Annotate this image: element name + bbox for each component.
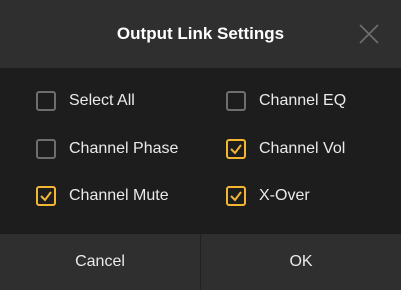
option-label: Channel EQ xyxy=(259,92,347,109)
close-button[interactable] xyxy=(355,20,383,48)
cancel-button[interactable]: Cancel xyxy=(0,234,200,290)
ok-button[interactable]: OK xyxy=(201,234,401,290)
option-label: Channel Mute xyxy=(69,187,169,204)
dialog-header: Output Link Settings xyxy=(0,0,401,68)
option-select-all[interactable]: Select All xyxy=(36,86,135,116)
option-channel-eq[interactable]: Channel EQ xyxy=(226,86,346,116)
checkmark-icon xyxy=(40,191,52,202)
checkmark-icon xyxy=(230,191,242,202)
option-label: Select All xyxy=(69,92,135,109)
output-link-settings-dialog: Output Link Settings Select All Channel … xyxy=(0,0,401,290)
option-x-over[interactable]: X-Over xyxy=(226,181,310,211)
option-label: Channel Phase xyxy=(69,140,179,157)
dialog-title: Output Link Settings xyxy=(116,24,285,43)
option-channel-mute[interactable]: Channel Mute xyxy=(36,181,169,211)
close-icon xyxy=(359,24,379,44)
checkmark-icon xyxy=(230,144,242,155)
options-panel: Select All Channel EQ Channel Phase Chan… xyxy=(0,68,401,234)
option-channel-phase[interactable]: Channel Phase xyxy=(36,134,178,164)
option-label: Channel Vol xyxy=(259,140,346,157)
checkbox[interactable] xyxy=(226,139,246,159)
checkbox[interactable] xyxy=(36,91,56,111)
option-channel-vol[interactable]: Channel Vol xyxy=(226,134,345,164)
checkbox[interactable] xyxy=(36,139,56,159)
option-label: X-Over xyxy=(259,187,310,204)
checkbox[interactable] xyxy=(36,186,56,206)
checkbox[interactable] xyxy=(226,91,246,111)
checkbox[interactable] xyxy=(226,186,246,206)
dialog-footer: Cancel OK xyxy=(0,234,401,290)
